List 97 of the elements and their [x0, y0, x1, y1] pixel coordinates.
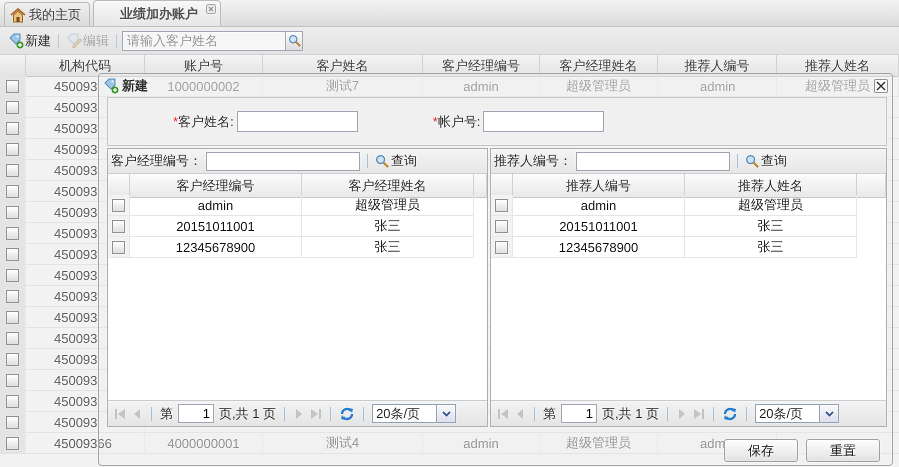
checkbox[interactable]: [6, 142, 19, 156]
checkbox[interactable]: [495, 240, 508, 254]
close-icon: [876, 80, 886, 90]
column-header[interactable]: 机构代码: [26, 55, 145, 77]
table-cell: admin: [423, 433, 540, 454]
query-button[interactable]: 查询: [745, 152, 787, 170]
page-number-field[interactable]: 1: [178, 404, 214, 423]
first-page-icon[interactable]: [497, 408, 509, 420]
search-button[interactable]: [286, 30, 303, 50]
checkbox[interactable]: [6, 80, 19, 92]
checkbox[interactable]: [6, 332, 19, 344]
query-button[interactable]: 查询: [375, 152, 417, 170]
search-field[interactable]: [576, 152, 730, 170]
search-label: 推荐人编号：: [494, 152, 572, 170]
field-label: 帐户号:: [438, 112, 480, 130]
dialog-title: 新建: [122, 76, 148, 94]
search-icon: [288, 34, 300, 47]
checkbox[interactable]: [495, 220, 508, 232]
checkbox[interactable]: [6, 226, 19, 240]
tab[interactable]: 业绩加办账户: [93, 0, 221, 26]
refresh-icon[interactable]: [339, 406, 356, 422]
checkbox[interactable]: [6, 206, 19, 218]
first-page-icon[interactable]: [114, 408, 126, 420]
checkbox[interactable]: [6, 394, 19, 408]
checkbox[interactable]: [112, 198, 125, 212]
tag-add-icon: [103, 78, 119, 94]
checkbox[interactable]: [6, 436, 19, 450]
column-header[interactable]: 推荐人编号: [658, 55, 777, 77]
column-header[interactable]: 账户号: [145, 55, 263, 77]
table-cell: 12345678900: [513, 237, 685, 258]
table-cell: admin: [130, 195, 302, 216]
column-header[interactable]: 推荐人姓名: [685, 174, 857, 198]
table-cell: 12345678900: [130, 237, 302, 258]
table-cell: 张三: [302, 237, 474, 258]
checkbox[interactable]: [112, 240, 125, 254]
checkbox[interactable]: [6, 290, 19, 302]
tag-add-icon: [8, 32, 24, 48]
page-size-select[interactable]: 20条/页: [755, 404, 840, 423]
tab[interactable]: 我的主页: [4, 2, 90, 26]
column-header[interactable]: 推荐人编号: [513, 174, 685, 198]
page-label: 第: [160, 404, 173, 422]
text-field[interactable]: [483, 111, 604, 132]
close-button[interactable]: [874, 78, 888, 92]
table-cell: 超级管理员: [302, 195, 474, 216]
checkbox[interactable]: [6, 268, 19, 282]
column-header[interactable]: 客户经理姓名: [540, 55, 658, 77]
table-cell: 测试4: [263, 433, 423, 454]
table-cell: 超级管理员: [540, 433, 658, 454]
column-header[interactable]: 客户经理姓名: [302, 174, 474, 198]
table-cell: 张三: [302, 216, 474, 237]
text-field[interactable]: [236, 111, 358, 132]
field-label: 客户姓名:: [178, 112, 234, 130]
last-page-icon[interactable]: [310, 408, 322, 420]
last-page-icon[interactable]: [693, 408, 706, 420]
checkbox[interactable]: [495, 198, 508, 212]
search-icon: [745, 154, 759, 168]
page-number-field[interactable]: 1: [561, 404, 597, 423]
table-cell: admin: [513, 195, 685, 216]
table-cell: 20151011001: [513, 216, 685, 237]
page-size-select[interactable]: 20条/页: [372, 404, 456, 423]
checkbox[interactable]: [6, 352, 19, 366]
page-total-label: 页,共 1 页: [602, 404, 660, 422]
caret-icon: [824, 410, 834, 416]
house-icon: [10, 6, 26, 22]
table-cell: 张三: [685, 237, 857, 258]
required-mark: *: [173, 114, 178, 129]
required-mark: *: [432, 114, 438, 129]
page-total-label: 页,共 1 页: [219, 404, 276, 422]
table-cell: 4000000001: [145, 433, 263, 454]
column-header[interactable]: 客户经理编号: [423, 55, 540, 77]
table-cell: 45009366: [26, 433, 145, 454]
column-header[interactable]: 推荐人姓名: [777, 55, 899, 77]
new-button[interactable]: 新建: [6, 32, 53, 50]
search-field[interactable]: 请输入客户姓名: [122, 30, 286, 50]
checkbox[interactable]: [6, 374, 19, 386]
reset-button[interactable]: 重置: [806, 439, 880, 462]
checkbox[interactable]: [6, 100, 19, 114]
checkbox[interactable]: [6, 184, 19, 198]
column-header[interactable]: 客户姓名: [263, 55, 423, 77]
tag-pencil-icon: [66, 32, 82, 48]
checkbox[interactable]: [6, 416, 19, 428]
caret-icon: [442, 410, 451, 416]
table-cell: 20151011001: [130, 216, 302, 237]
checkbox[interactable]: [6, 122, 19, 134]
checkbox[interactable]: [6, 248, 19, 260]
checkbox[interactable]: [6, 310, 19, 324]
table-cell: 超级管理员: [685, 195, 857, 216]
table-cell: 张三: [685, 216, 857, 237]
search-field[interactable]: [206, 152, 360, 170]
search-icon: [375, 154, 389, 168]
checkbox[interactable]: [6, 164, 19, 176]
column-header[interactable]: 客户经理编号: [130, 174, 302, 198]
page-label: 第: [543, 404, 556, 422]
refresh-icon[interactable]: [722, 406, 738, 422]
close-icon[interactable]: [206, 4, 216, 14]
checkbox[interactable]: [112, 220, 125, 232]
save-button[interactable]: 保存: [724, 439, 798, 462]
